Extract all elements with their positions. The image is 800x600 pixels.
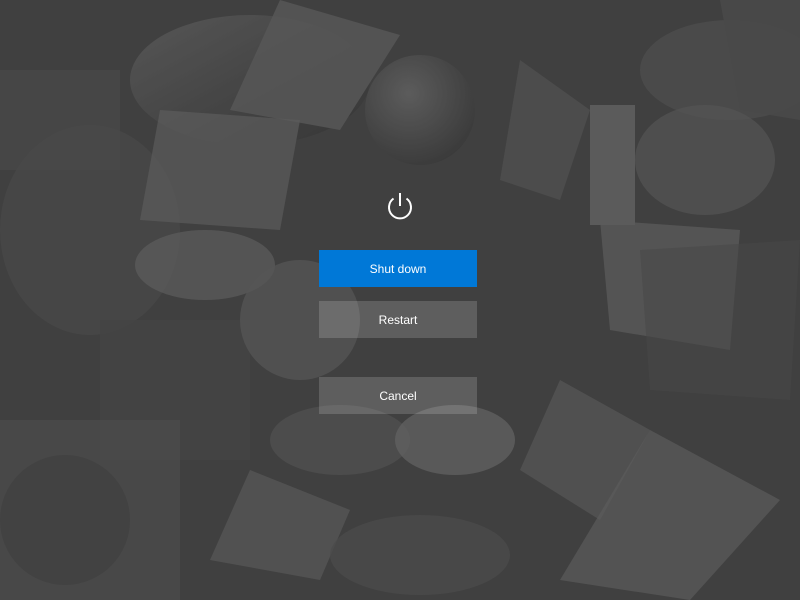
- power-icon: [388, 193, 412, 220]
- background-dim-overlay: [0, 0, 800, 600]
- cancel-button[interactable]: Cancel: [319, 377, 477, 414]
- shut-down-button[interactable]: Shut down: [319, 250, 477, 287]
- restart-button[interactable]: Restart: [319, 301, 477, 338]
